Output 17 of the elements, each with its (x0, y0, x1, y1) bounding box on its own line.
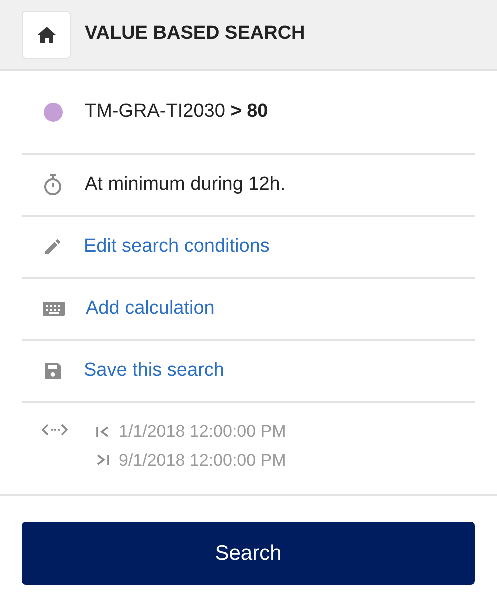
end-date: 9/1/2018 12:00:00 PM (119, 450, 286, 472)
action-link[interactable]: Add calculation (86, 294, 215, 324)
condition-text: TM-GRA-TI2030 > 80 (85, 100, 268, 124)
search-button[interactable]: Search (22, 522, 475, 585)
stopwatch-icon (43, 174, 63, 196)
duration-text: At minimum during 12h. (85, 172, 286, 197)
keyboard-icon (43, 302, 65, 316)
pencil-icon (43, 237, 63, 257)
range-icon (42, 423, 68, 437)
home-button[interactable] (22, 10, 71, 58)
page-title: VALUE BASED SEARCH (85, 22, 306, 46)
action-link[interactable]: Edit search conditions (84, 232, 270, 262)
home-icon (38, 26, 56, 42)
action-link[interactable]: Save this search (84, 356, 224, 386)
start-icon (96, 426, 110, 438)
start-date: 1/1/2018 12:00:00 PM (119, 421, 286, 443)
end-icon (96, 454, 110, 466)
